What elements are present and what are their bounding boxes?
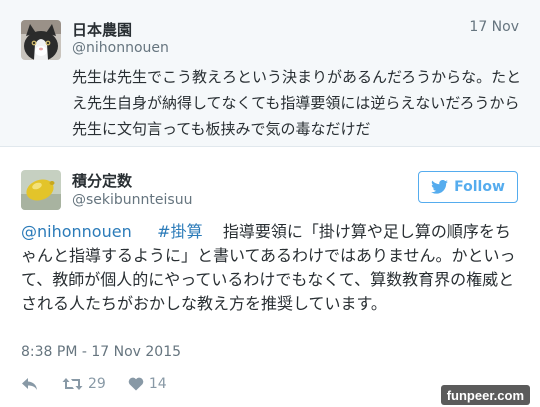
parent-tweet[interactable]: 日本農園 @nihonnouen 17 Nov 先生は先生でこう教えろという決ま… [0, 0, 540, 147]
retweet-count: 29 [88, 376, 106, 392]
parent-author-name[interactable]: 日本農園 [72, 19, 132, 40]
site-watermark: funpeer.com [440, 385, 530, 405]
retweet-button[interactable]: 29 [62, 376, 106, 392]
parent-author-handle[interactable]: @nihonnouen [72, 40, 169, 56]
lemon-avatar[interactable] [21, 170, 61, 210]
mention-link[interactable]: @nihonnouen [21, 222, 132, 241]
parent-tweet-date[interactable]: 17 Nov [469, 19, 519, 35]
follow-label: Follow [454, 179, 505, 195]
hashtag-link[interactable]: #掛算 [157, 222, 202, 241]
author-handle[interactable]: @sekibunnteisuu [72, 192, 192, 208]
like-count: 14 [148, 376, 167, 392]
tweet-text: @nihonnouen #掛算 指導要領に「掛け算や足し算の順序をちゃんと指導す… [21, 220, 526, 316]
like-button[interactable]: 14 [128, 376, 167, 392]
reply-button[interactable] [21, 377, 38, 391]
parent-tweet-text: 先生は先生でこう教えろという決まりがあるんだろうからな。たとえ先生自身が納得して… [72, 68, 522, 138]
bird-logo [431, 180, 449, 194]
author-name[interactable]: 積分定数 [72, 170, 132, 191]
heart-icon [128, 377, 144, 391]
tweet-timestamp[interactable]: 8:38 PM - 17 Nov 2015 [21, 344, 181, 360]
reply-icon [22, 378, 37, 390]
retweet-icon [62, 378, 83, 390]
follow-button[interactable]: Follow [418, 171, 518, 203]
tweet-actions: 29 14 [21, 374, 167, 394]
cat-avatar[interactable] [21, 20, 61, 60]
